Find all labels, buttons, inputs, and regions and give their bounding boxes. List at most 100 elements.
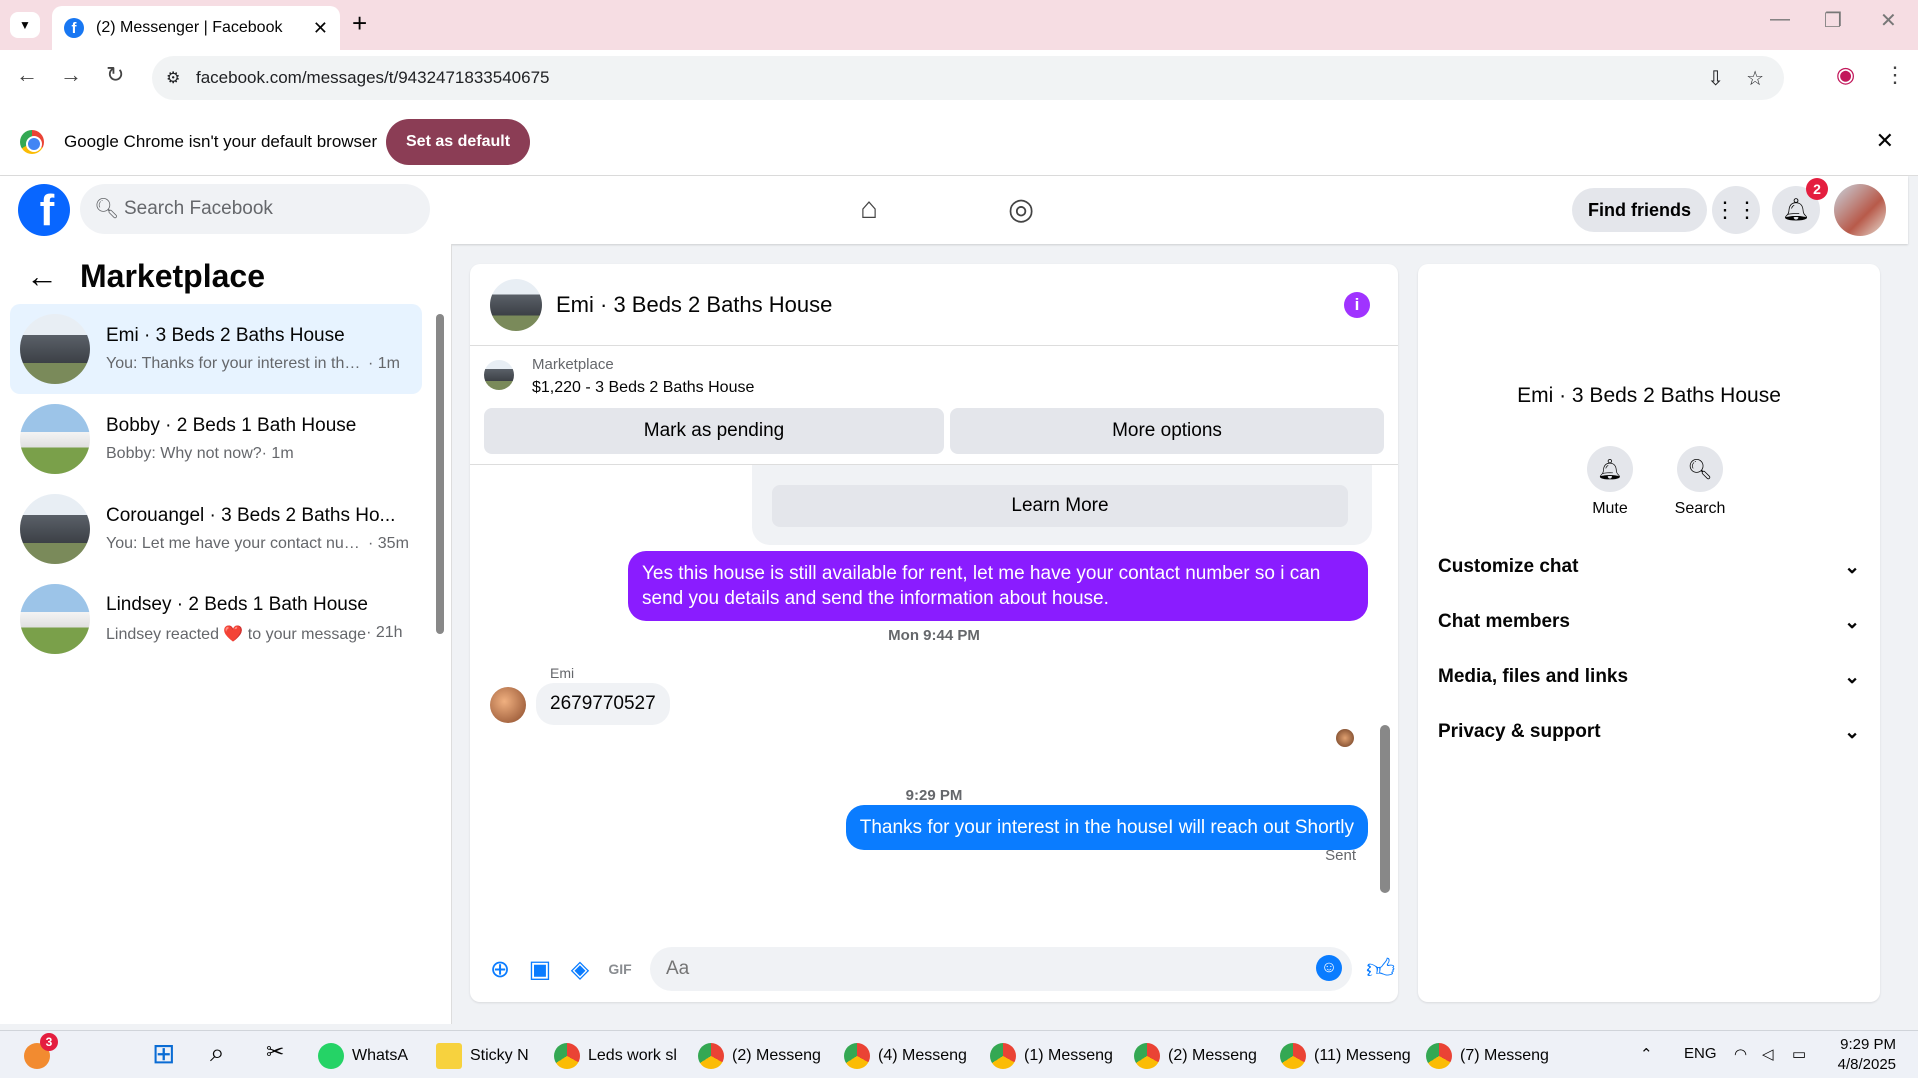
url-text: facebook.com/messages/t/9432471833540675 [196,68,550,87]
learn-more-button[interactable]: Learn More [772,485,1348,527]
section-customize-chat[interactable]: Customize chat ⌄ [1438,556,1860,579]
url-field[interactable]: ⚙ facebook.com/messages/t/94324718335406… [152,56,1784,100]
taskbar-app-chrome-3[interactable]: (4) Messeng [844,1043,967,1069]
bookmark-star-icon[interactable]: ☆ [1746,66,1764,91]
conversation-corouangel[interactable]: Corouangel · 3 Beds 2 Baths Ho... You: L… [10,484,422,574]
search-icon: 🔍︎ [94,198,120,220]
home-icon[interactable]: ⌂ [860,192,878,226]
chevron-down-icon: ⌄ [1844,557,1860,578]
mute-button[interactable]: 🔔︎ Mute [1570,446,1650,518]
taskbar-app-chrome-1[interactable]: Leds work sl [554,1043,677,1069]
sender-avatar[interactable] [490,687,526,723]
language-indicator[interactable]: ENG [1684,1045,1717,1062]
section-label: Privacy & support [1438,721,1601,742]
seen-avatar [1336,729,1354,747]
tab-search-button[interactable]: ▼ [10,12,40,38]
info-icon[interactable]: i [1344,292,1370,318]
facebook-logo-icon[interactable]: f [18,184,70,236]
account-avatar[interactable] [1834,184,1886,236]
conversation-emi[interactable]: Emi · 3 Beds 2 Baths House You: Thanks f… [10,304,422,394]
emoji-icon[interactable]: ☺ [1316,955,1342,981]
widgets-badge: 3 [40,1033,58,1051]
conversation-lindsey[interactable]: Lindsey · 2 Beds 1 Bath House Lindsey re… [10,574,422,664]
windows-taskbar: 3 ⊞ ⌕ ✂ WhatsA Sticky N Leds work sl (2)… [0,1030,1918,1078]
conversation-preview: Bobby: Why not now? [106,445,262,462]
conversation-scrollbar[interactable] [436,314,444,634]
new-tab-button[interactable]: + [352,8,367,39]
menu-grid-icon[interactable]: ⋮⋮ [1712,186,1760,234]
wifi-icon[interactable]: ◠ [1734,1045,1747,1063]
volume-icon[interactable]: ◁ [1762,1045,1774,1063]
section-privacy-support[interactable]: Privacy & support ⌄ [1438,721,1860,744]
back-icon[interactable]: ← [16,62,38,88]
search-chat-button[interactable]: 🔍︎ Search [1660,446,1740,518]
search-placeholder: Search Facebook [124,198,273,219]
taskbar-app-chrome-7[interactable]: (7) Messeng [1426,1043,1549,1069]
gif-icon[interactable]: GIF [600,961,640,977]
message-input[interactable] [650,947,1352,991]
menu-kebab-icon[interactable]: ⋮ [1884,62,1906,88]
chevron-down-icon: ⌄ [1844,722,1860,743]
plus-icon[interactable]: ⊕ [480,955,520,984]
taskbar-app-sticky[interactable]: Sticky N [436,1043,529,1069]
profile-icon[interactable]: ◉ [1836,62,1855,88]
app-label: Leds work sl [588,1047,677,1064]
find-friends-button[interactable]: Find friends [1572,188,1707,232]
conversation-name: Lindsey · 2 Beds 1 Bath House [106,594,368,615]
tray-chevron-icon[interactable]: ⌃ [1640,1045,1653,1063]
groups-icon[interactable]: ◎ [1008,192,1034,227]
close-window-button[interactable]: ✕ [1880,8,1897,33]
battery-icon[interactable]: ▭ [1792,1045,1806,1063]
chrome-icon [554,1043,580,1069]
chat-title[interactable]: Emi · 3 Beds 2 Baths House [556,292,832,318]
minimize-button[interactable]: — [1770,8,1790,31]
section-label: Customize chat [1438,556,1579,577]
more-options-button[interactable]: More options [950,408,1384,454]
site-info-icon[interactable]: ⚙ [166,68,180,88]
tab-close-icon[interactable]: ✕ [313,18,328,39]
facebook-search-input[interactable]: 🔍︎ Search Facebook [80,184,430,234]
search-icon[interactable]: ⌕ [210,1037,225,1069]
section-chat-members[interactable]: Chat members ⌄ [1438,611,1860,634]
outgoing-message[interactable]: Thanks for your interest in the houseI w… [845,805,1368,850]
thread-scrollbar[interactable] [1380,725,1390,893]
chrome-icon [990,1043,1016,1069]
listing-summary[interactable]: Marketplace $1,220 - 3 Beds 2 Baths Hous… [484,356,754,397]
taskbar-app-chrome-2[interactable]: (2) Messeng [698,1043,821,1069]
restore-button[interactable]: ❐ [1824,8,1842,33]
app-label: (7) Messeng [1460,1047,1549,1064]
reload-icon[interactable]: ↻ [106,62,124,88]
chat-avatar[interactable] [490,278,542,331]
app-label: (1) Messeng [1024,1047,1113,1064]
chrome-logo-icon [20,130,44,154]
incoming-message[interactable]: 2679770527 [536,683,670,725]
photo-icon[interactable]: ▣ [520,955,560,984]
taskbar-app-chrome-4[interactable]: (1) Messeng [990,1043,1113,1069]
infobar-text: Google Chrome isn't your default browser [64,132,378,151]
back-arrow-icon[interactable]: ← [26,258,58,295]
chrome-icon [844,1043,870,1069]
section-media-files[interactable]: Media, files and links ⌄ [1438,666,1860,689]
mark-pending-button[interactable]: Mark as pending [484,408,944,454]
conversation-time: · 35m [368,535,409,552]
thumbs-up-icon[interactable]: 👍︎ [1366,952,1395,986]
system-clock[interactable]: 9:29 PM 4/8/2025 [1838,1035,1896,1075]
set-default-button[interactable]: Set as default [386,119,531,165]
conversation-bobby[interactable]: Bobby · 2 Beds 1 Bath House Bobby: Why n… [10,394,422,484]
start-button[interactable]: ⊞ [152,1037,175,1070]
listing-card: Learn More [752,465,1372,545]
taskbar-app-chrome-6[interactable]: (11) Messeng [1280,1043,1411,1069]
forward-icon[interactable]: → [60,62,82,88]
taskbar-app-whatsapp[interactable]: WhatsA [318,1043,408,1069]
infobar-close-icon[interactable]: ✕ [1876,128,1894,154]
outgoing-message[interactable]: Yes this house is still available for re… [628,551,1368,621]
snipping-tool-icon[interactable]: ✂ [266,1039,284,1065]
tab-messenger[interactable]: f (2) Messenger | Facebook ✕ [52,6,340,50]
taskbar-app-chrome-5[interactable]: (2) Messeng [1134,1043,1257,1069]
install-icon[interactable]: ⇩ [1707,66,1724,91]
app-label: WhatsA [352,1047,409,1064]
sticker-icon[interactable]: ◈ [560,955,600,984]
conversation-time: · 1m [368,355,400,372]
details-name: Emi · 3 Beds 2 Baths House [1517,384,1781,407]
conversation-avatar [20,494,90,564]
